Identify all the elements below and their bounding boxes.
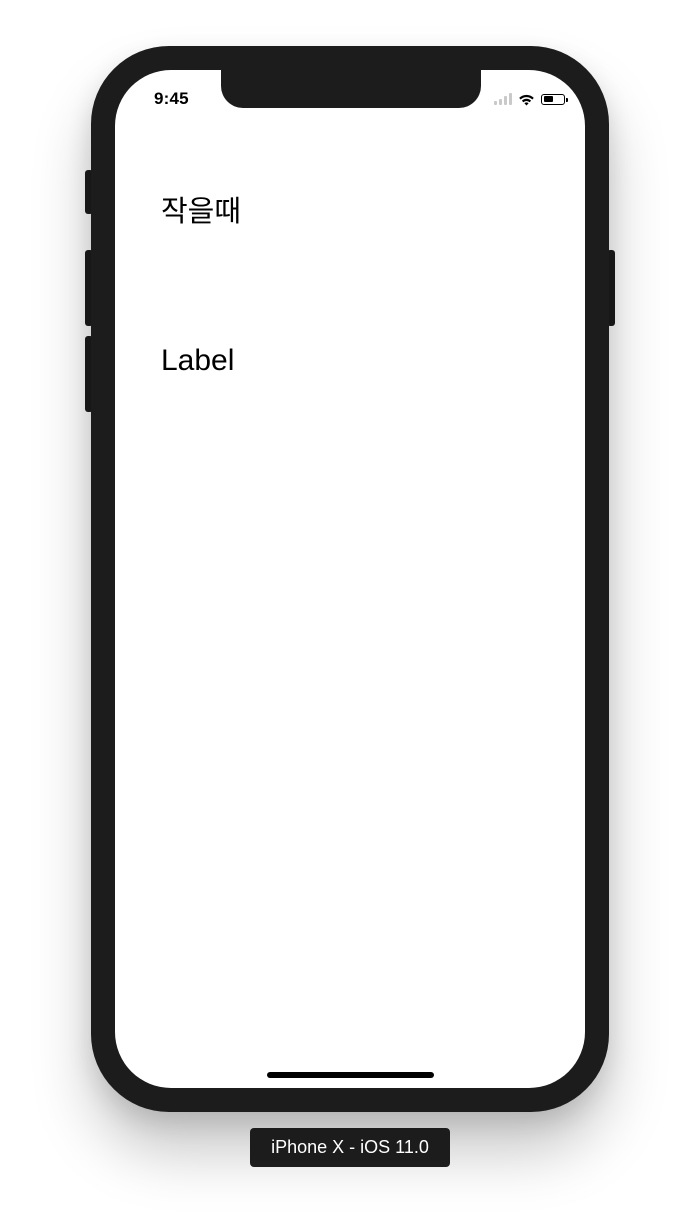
label-small-text: 작을때: [161, 194, 242, 228]
battery-nub: [566, 97, 568, 102]
notch: [221, 70, 481, 108]
battery-icon: [541, 93, 568, 105]
cellular-signal-icon: [494, 93, 512, 105]
home-indicator[interactable]: [267, 1072, 434, 1078]
battery-level: [543, 96, 553, 102]
device-screen: 9:45 작을때 Label: [115, 70, 585, 1088]
device-caption: iPhone X - iOS 11.0: [250, 1128, 450, 1167]
label-text: Label: [161, 344, 235, 377]
simulator-stage: 9:45 작을때 Label iPhone X - iOS 11.0: [0, 0, 700, 1226]
status-indicators: [494, 90, 568, 108]
status-time: 9:45: [154, 89, 189, 108]
wifi-icon: [519, 94, 534, 105]
